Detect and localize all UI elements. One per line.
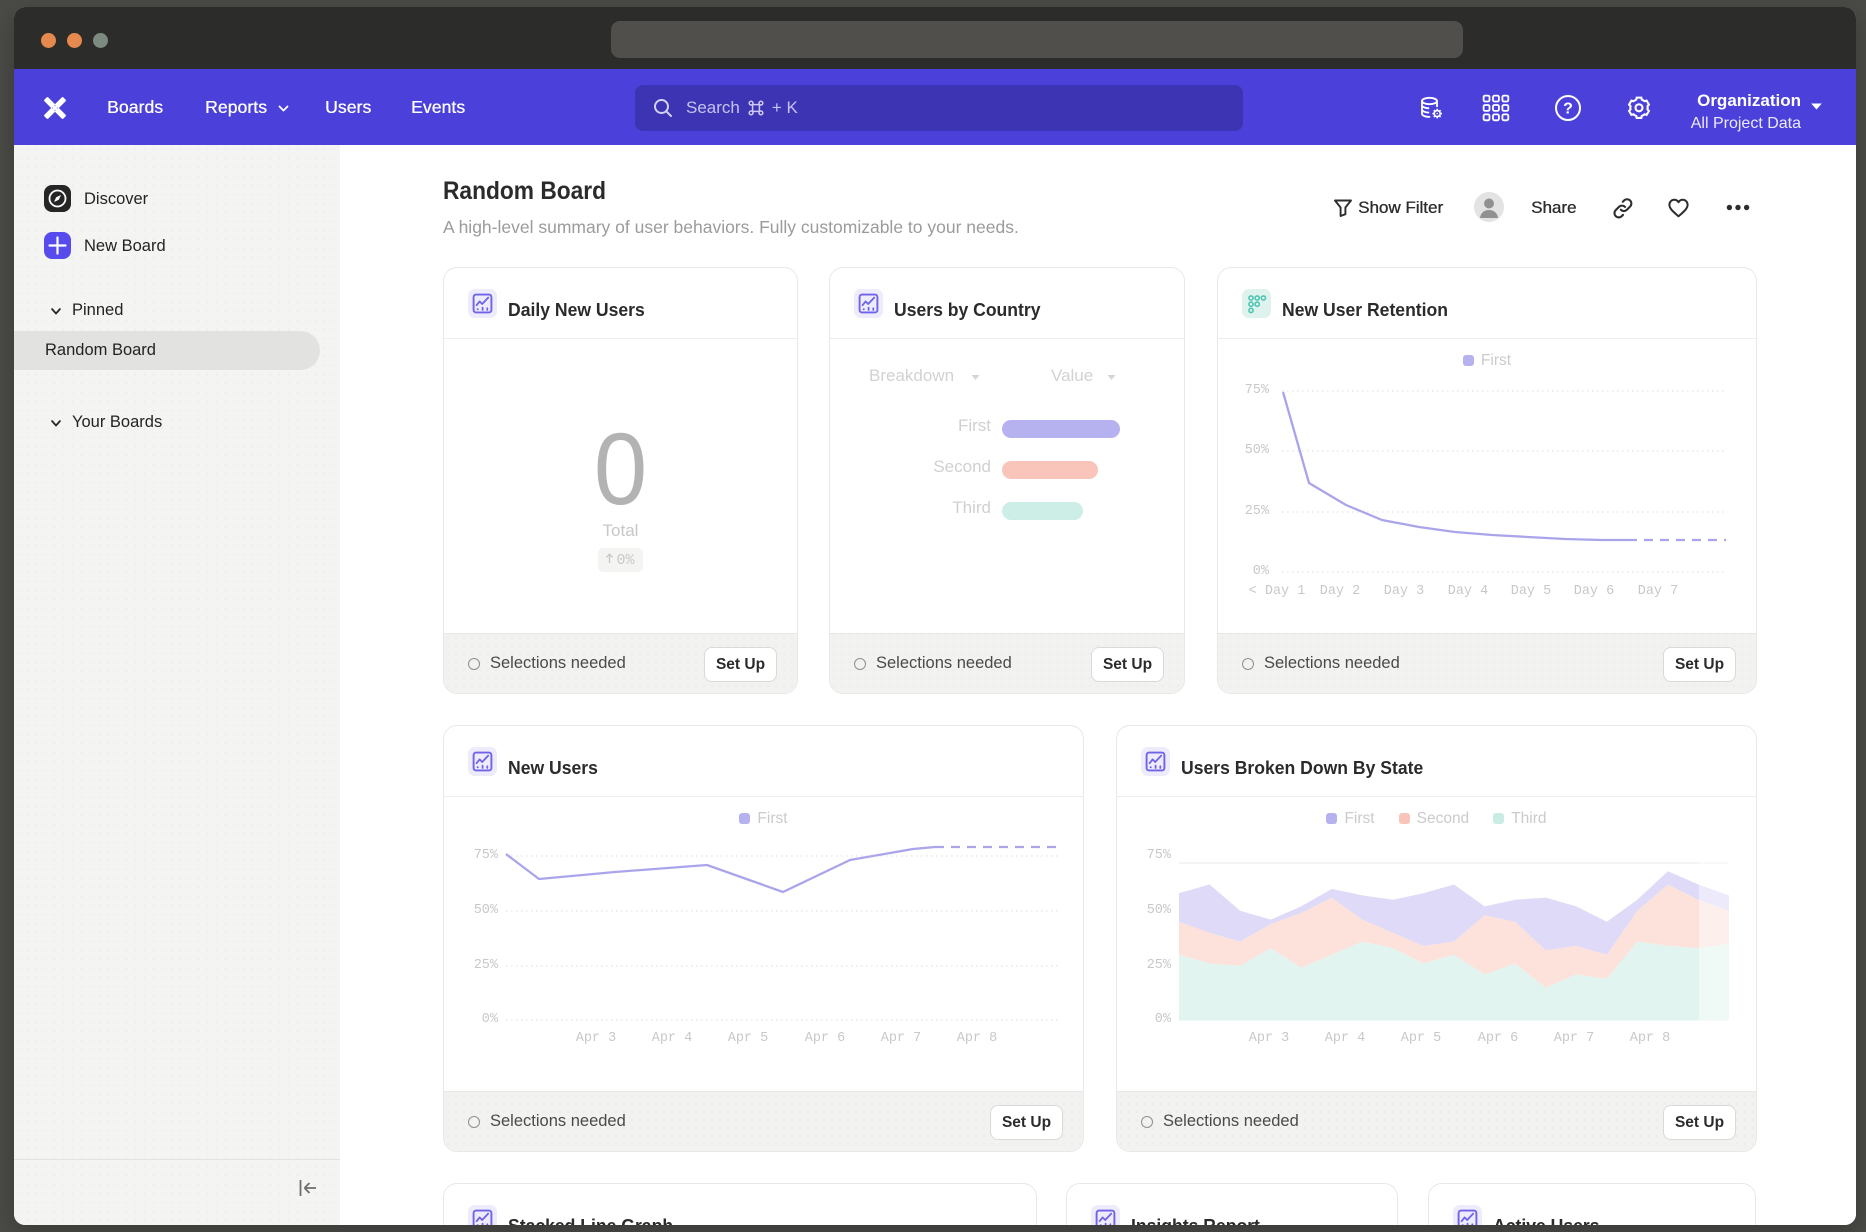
svg-text:?: ? xyxy=(1563,101,1573,118)
